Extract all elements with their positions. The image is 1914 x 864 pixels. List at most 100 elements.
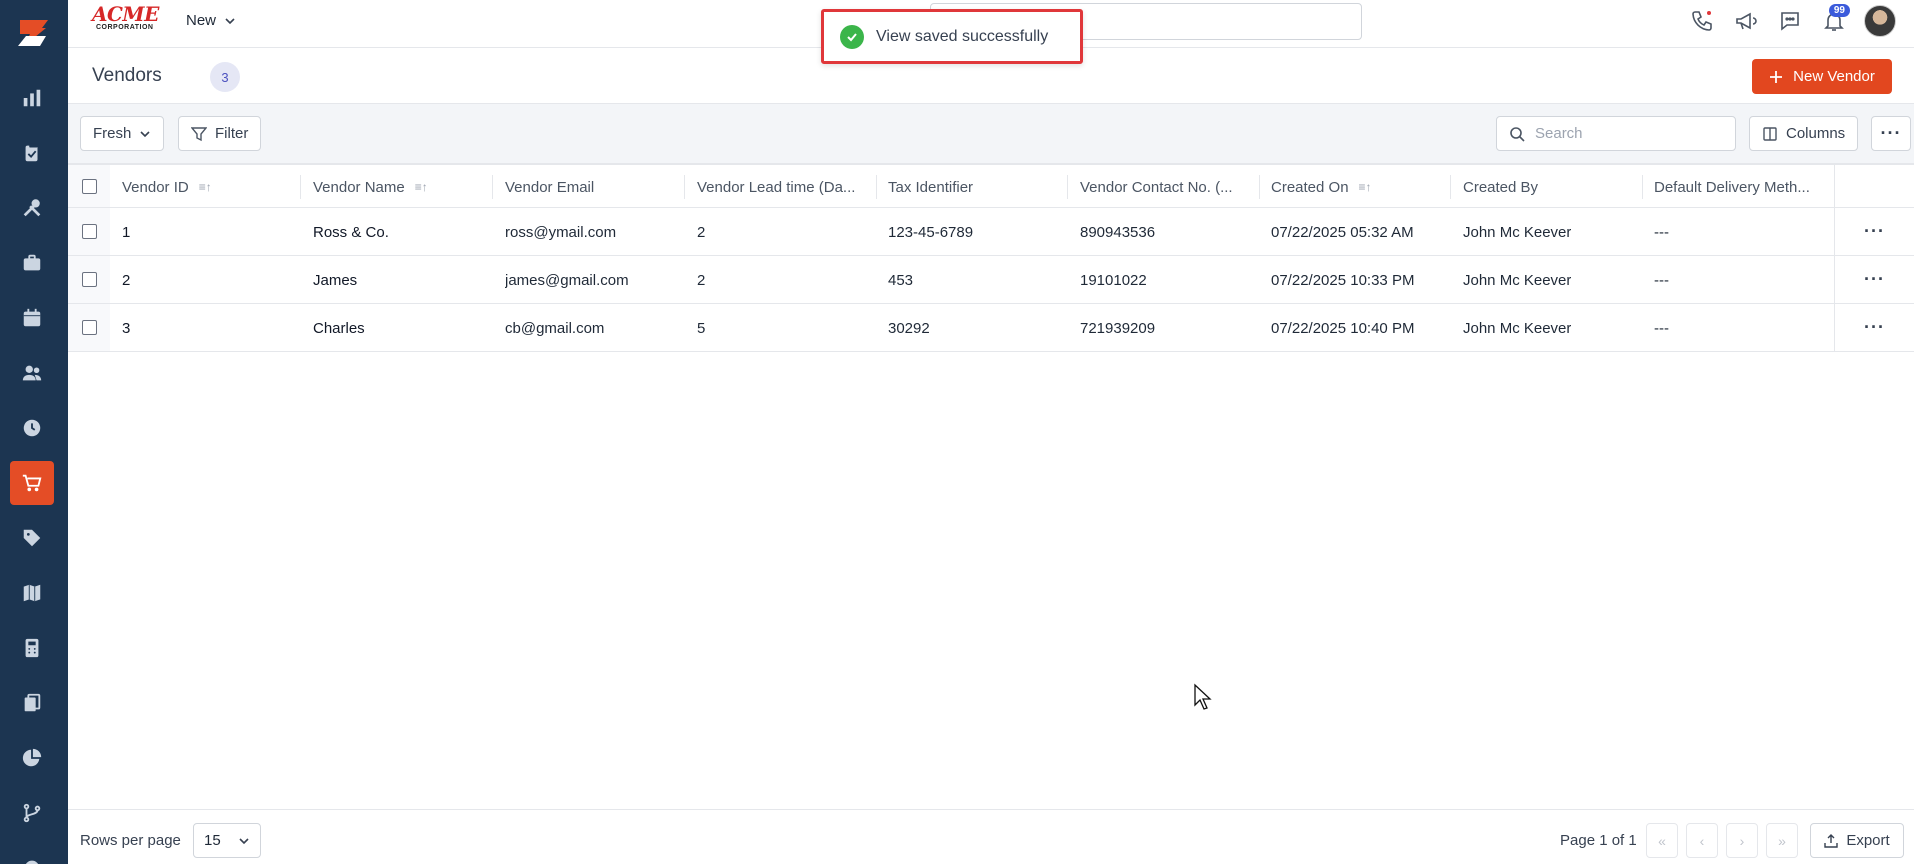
chat-icon[interactable] — [1776, 4, 1804, 38]
table-search[interactable] — [1496, 116, 1736, 151]
table-row[interactable]: 2 James james@gmail.com 2 453 19101022 0… — [68, 256, 1914, 304]
rows-per-page-label: Rows per page — [80, 832, 181, 849]
app-logo-icon[interactable] — [12, 12, 54, 54]
row-actions-button[interactable]: ··· — [1834, 208, 1914, 255]
double-chevron-right-icon: » — [1778, 832, 1786, 849]
check-circle-icon — [840, 24, 864, 49]
filter-button[interactable]: Filter — [178, 116, 262, 151]
upload-icon — [1824, 833, 1839, 848]
settings-icon[interactable] — [10, 846, 54, 864]
search-input[interactable] — [1535, 125, 1715, 142]
row-checkbox[interactable] — [81, 272, 97, 287]
map-icon[interactable] — [10, 571, 54, 615]
pie-chart-icon[interactable] — [10, 736, 54, 780]
next-page-button[interactable]: › — [1726, 823, 1758, 858]
bell-icon[interactable]: 99 — [1820, 4, 1850, 38]
header-tax-identifier[interactable]: Tax Identifier — [888, 165, 1068, 209]
header-vendor-name[interactable]: Vendor Name ≡↑ — [313, 165, 493, 209]
table-header: Vendor ID ≡↑ Vendor Name ≡↑ Vendor Email V… — [68, 164, 1914, 208]
sort-icon[interactable]: ≡↑ — [1359, 180, 1372, 194]
header-vendor-email[interactable]: Vendor Email — [505, 165, 685, 209]
header-created-on[interactable]: Created On ≡↑ — [1271, 165, 1451, 209]
users-icon[interactable] — [10, 351, 54, 395]
tag-icon[interactable] — [10, 516, 54, 560]
cell-tax-identifier: 123-45-6789 — [888, 223, 974, 241]
clock-icon[interactable] — [10, 406, 54, 450]
more-options-button[interactable]: ··· — [1871, 116, 1911, 151]
plus-icon — [1770, 70, 1783, 83]
cell-vendor-email: cb@gmail.com — [505, 319, 605, 337]
tools-icon[interactable] — [10, 186, 54, 230]
table-row[interactable]: 3 Charles cb@gmail.com 5 30292 721939209… — [68, 304, 1914, 352]
phone-icon[interactable] — [1688, 4, 1716, 38]
last-page-button[interactable]: » — [1766, 823, 1798, 858]
cell-vendor-id: 2 — [122, 271, 131, 289]
cell-vendor-email: ross@ymail.com — [505, 223, 617, 241]
sidebar — [0, 0, 68, 864]
megaphone-icon[interactable] — [1732, 4, 1760, 38]
cell-lead-time: 2 — [697, 223, 706, 241]
filter-icon — [191, 126, 207, 141]
rows-per-page-value: 15 — [204, 832, 221, 849]
table-row[interactable]: 1 Ross & Co. ross@ymail.com 2 123-45-678… — [68, 208, 1914, 256]
export-button[interactable]: Export — [1810, 823, 1904, 858]
clipboard-icon[interactable] — [10, 131, 54, 175]
more-icon: ··· — [1880, 123, 1902, 143]
header-lead-time[interactable]: Vendor Lead time (Da... — [697, 165, 877, 209]
briefcase-icon[interactable] — [10, 241, 54, 285]
calendar-icon[interactable] — [10, 296, 54, 340]
cell-lead-time: 5 — [697, 319, 706, 337]
success-toast: View saved successfully — [821, 9, 1083, 64]
cell-vendor-name[interactable]: Charles — [313, 304, 365, 352]
row-checkbox[interactable] — [81, 320, 97, 335]
cell-vendor-name[interactable]: James — [313, 256, 357, 304]
new-menu-label: New — [186, 12, 217, 29]
columns-icon — [1763, 126, 1777, 141]
brand-logo[interactable]: ACME CORPORATION — [92, 4, 164, 36]
select-all-checkbox[interactable] — [81, 178, 97, 194]
page-title: Vendors — [92, 65, 162, 86]
cell-vendor-name[interactable]: Ross & Co. — [313, 208, 389, 256]
cell-created-on: 07/22/2025 10:40 PM — [1271, 319, 1415, 337]
search-icon — [1510, 126, 1525, 142]
cart-icon[interactable] — [10, 461, 54, 505]
header-contact-no[interactable]: Vendor Contact No. (... — [1080, 165, 1260, 209]
workflow-icon[interactable] — [10, 791, 54, 835]
select-all-cell — [68, 165, 110, 207]
row-checkbox[interactable] — [81, 224, 97, 239]
first-page-button[interactable]: « — [1646, 823, 1678, 858]
export-label: Export — [1846, 832, 1890, 849]
cell-vendor-id: 1 — [122, 223, 131, 241]
row-actions-button[interactable]: ··· — [1834, 304, 1914, 351]
reports-icon[interactable] — [10, 76, 54, 120]
row-actions-button[interactable]: ··· — [1834, 256, 1914, 303]
double-chevron-left-icon: « — [1658, 832, 1666, 849]
calculator-icon[interactable] — [10, 626, 54, 670]
new-menu-button[interactable]: New — [186, 12, 236, 29]
avatar[interactable] — [1864, 5, 1896, 37]
vendors-table: Vendor ID ≡↑ Vendor Name ≡↑ Vendor Email V… — [68, 164, 1914, 352]
cell-created-by: John Mc Keever — [1463, 223, 1572, 241]
header-vendor-id[interactable]: Vendor ID ≡↑ — [122, 165, 302, 209]
view-select-label: Fresh — [93, 125, 132, 142]
cell-contact-no: 19101022 — [1080, 271, 1147, 289]
toast-message: View saved successfully — [876, 27, 1049, 45]
columns-button[interactable]: Columns — [1749, 116, 1859, 151]
more-icon: ··· — [1864, 221, 1885, 241]
header-created-by[interactable]: Created By — [1463, 165, 1643, 209]
sort-icon[interactable]: ≡↑ — [415, 180, 428, 194]
sort-icon[interactable]: ≡↑ — [199, 180, 212, 194]
brand-name: ACME — [92, 2, 159, 26]
header-delivery-method[interactable]: Default Delivery Meth... — [1654, 165, 1834, 209]
cell-tax-identifier: 30292 — [888, 319, 930, 337]
prev-page-button[interactable]: ‹ — [1686, 823, 1718, 858]
cell-created-on: 07/22/2025 10:33 PM — [1271, 271, 1415, 289]
notification-badge: 99 — [1828, 4, 1850, 17]
more-icon: ··· — [1864, 269, 1885, 289]
view-select[interactable]: Fresh — [80, 116, 165, 151]
mouse-cursor-icon — [1194, 683, 1212, 710]
rows-per-page-select[interactable]: 15 — [193, 823, 261, 858]
documents-icon[interactable] — [10, 681, 54, 725]
new-vendor-button[interactable]: New Vendor — [1752, 59, 1892, 94]
cell-delivery-method: --- — [1654, 319, 1669, 337]
